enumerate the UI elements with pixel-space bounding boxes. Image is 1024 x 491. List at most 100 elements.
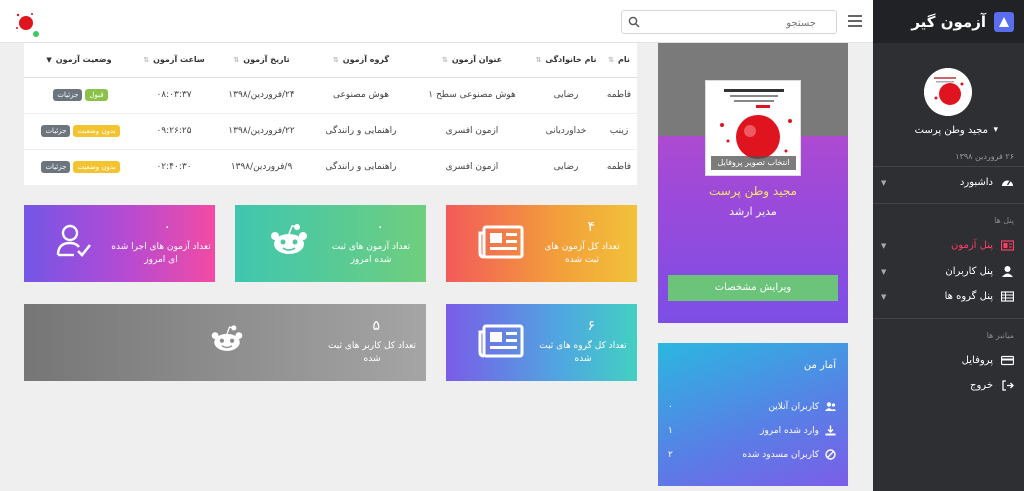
tile-total-exams[interactable]: ۴ تعداد کل آزمون های ثبت شده <box>446 205 637 282</box>
online-status-dot <box>33 31 39 37</box>
sidebar-item-label: پنل آزمون <box>950 240 993 251</box>
search-box[interactable] <box>621 10 837 35</box>
cell-exam-status: بدون وضعیتجزئیات <box>24 149 134 186</box>
sort-icon: ⇅ <box>441 56 448 65</box>
tile-label: تعداد آزمون های اجرا شده ای امروز <box>111 242 211 265</box>
table-row: زینب خداوردیانی ازمون افسری راهنمایی و ر… <box>24 113 637 150</box>
divider <box>873 166 1024 167</box>
divider <box>873 318 1024 319</box>
tile-value: ۴ <box>587 219 595 235</box>
caret-down-icon[interactable]: ▾ <box>993 125 998 135</box>
logout-icon <box>1001 379 1014 392</box>
caret-down-icon[interactable]: ▼ <box>881 268 886 276</box>
stat-row-logged-in-today: وارد شده امروز ۱ <box>668 425 836 436</box>
details-button[interactable]: جزئیات <box>41 161 71 173</box>
stat-label: کاربران مسدود شده <box>742 449 819 460</box>
column-header-exam-time[interactable]: ساعت آزمون⇅ <box>134 43 214 78</box>
sort-icon: ⇅ <box>233 56 240 65</box>
caret-down-icon[interactable]: ▼ <box>881 293 886 301</box>
sort-icon: ⇅ <box>332 56 339 65</box>
cell-last-name: رضایی <box>531 149 601 186</box>
sidebar-item-users-panel[interactable]: پنل کاربران ▼ <box>873 259 1024 284</box>
column-header-exam-title[interactable]: عنوان آزمون⇅ <box>413 43 531 78</box>
stats-card: آمار من کاربران آنلاین ۰ وارد شده امروز … <box>658 343 848 486</box>
reddit-icon <box>271 224 307 254</box>
profile-role: مدیر ارشد <box>729 205 777 218</box>
table-row: فاطمه رضایی ازمون افسری راهنمایی و رانند… <box>24 149 637 186</box>
download-icon <box>825 425 836 436</box>
stat-label: وارد شده امروز <box>760 425 819 436</box>
column-header-last-name[interactable]: نام خانوادگی⇅ <box>531 43 601 78</box>
profile-card: انتخاب تصویر پروفایل مجید وطن پرست مدیر … <box>658 43 848 323</box>
section-heading-shortcuts: میانبر ها <box>986 331 1014 340</box>
tile-executed-exams-today[interactable]: ۰ تعداد آزمون های اجرا شده ای امروز <box>24 205 215 282</box>
sidebar-item-dashboard[interactable]: داشبورد ▼ <box>873 170 1024 195</box>
column-header-exam-status[interactable]: وضعیت آزمون▼ <box>24 43 134 78</box>
sidebar-item-logout[interactable]: خروج <box>873 373 1024 398</box>
cell-last-name: خداوردیانی <box>531 113 601 150</box>
sidebar: آزمون گیر مجید وطن پرست ▾ ۲۶ فروردین ۱۳۹… <box>873 0 1024 491</box>
cell-exam-date: ۲۲/فروردین/۱۳۹۸ <box>214 113 309 150</box>
search-input[interactable] <box>644 12 824 35</box>
cell-exam-title: ازمون افسری <box>413 149 531 186</box>
top-bar <box>0 0 873 43</box>
section-heading-panels: پنل ها <box>994 216 1014 225</box>
column-header-exam-date[interactable]: تاریخ آزمون⇅ <box>214 43 309 78</box>
brand-logo-icon <box>994 11 1014 32</box>
exam-results-table-card: نام⇅ نام خانوادگی⇅ عنوان آزمون⇅ گروه آزم… <box>24 43 637 186</box>
sidebar-item-exam-panel[interactable]: پنل آزمون ▼ <box>873 233 1024 258</box>
stat-row-blocked-users: کاربران مسدود شده ۲ <box>668 449 836 460</box>
user-icon <box>1001 265 1014 278</box>
sidebar-item-groups-panel[interactable]: پنل گروه ها ▼ <box>873 284 1024 309</box>
sidebar-profile-avatar[interactable] <box>924 68 972 116</box>
brand[interactable]: آزمون گیر <box>873 0 1024 43</box>
tile-value: ۰ <box>163 219 171 235</box>
users-icon <box>825 401 836 412</box>
edit-profile-button[interactable]: ویرایش مشخصات <box>668 275 838 301</box>
menu-toggle-icon[interactable] <box>848 15 862 27</box>
exam-results-table: نام⇅ نام خانوادگی⇅ عنوان آزمون⇅ گروه آزم… <box>24 43 637 186</box>
newspaper-icon <box>478 225 524 259</box>
tile-total-users[interactable]: ۵ تعداد کل کاربر های ثبت شده <box>24 304 426 381</box>
cell-exam-group: راهنمایی و رانندگی <box>309 149 413 186</box>
status-badge: بدون وضعیت <box>73 161 120 173</box>
table-row: فاطمه رضایی هوش مصنوعی سطح ۱ هوش مصنوعی … <box>24 77 637 114</box>
details-button[interactable]: جزئیات <box>53 89 83 101</box>
divider <box>873 203 1024 204</box>
profile-name: مجید وطن پرست <box>708 184 797 198</box>
details-button[interactable]: جزئیات <box>41 125 71 137</box>
sort-icon: ⇅ <box>143 56 150 65</box>
cell-exam-status: قبولجزئیات <box>24 77 134 114</box>
sidebar-item-label: پروفایل <box>961 355 993 366</box>
stats-title: آمار من <box>803 360 836 371</box>
reddit-icon <box>211 325 243 351</box>
sidebar-profile-name[interactable]: مجید وطن پرست <box>915 125 988 136</box>
sidebar-item-profile[interactable]: پروفایل <box>873 348 1024 373</box>
caret-down-icon[interactable]: ▼ <box>881 179 886 187</box>
tile-value: ۶ <box>587 318 595 334</box>
tile-total-groups[interactable]: ۶ تعداد کل گروه های ثبت شده <box>446 304 637 381</box>
choose-profile-image-label[interactable]: انتخاب تصویر پروفایل <box>711 156 796 170</box>
cell-exam-group: راهنمایی و رانندگی <box>309 113 413 150</box>
exam-panel-icon <box>1001 239 1014 252</box>
cell-first-name: فاطمه <box>601 77 637 114</box>
cell-exam-time: ۰۲:۴۰:۳۰ <box>134 149 214 186</box>
column-header-first-name[interactable]: نام⇅ <box>601 43 637 78</box>
sidebar-item-label: داشبورد <box>959 177 993 188</box>
sort-icon: ⇅ <box>608 56 614 65</box>
table-icon <box>1001 290 1014 303</box>
caret-down-icon[interactable]: ▼ <box>881 242 886 250</box>
column-header-exam-group[interactable]: گروه آزمون⇅ <box>309 43 413 78</box>
search-icon[interactable] <box>628 16 640 28</box>
cell-first-name: زینب <box>601 113 637 150</box>
stat-label: کاربران آنلاین <box>768 401 819 412</box>
tile-exams-today[interactable]: ۰ تعداد آزمون های ثبت شده امروز <box>235 205 426 282</box>
sort-icon: ▼ <box>46 56 52 65</box>
sidebar-item-label: پنل گروه ها <box>944 291 993 302</box>
sort-icon: ⇅ <box>535 56 542 65</box>
status-badge: قبول <box>85 89 108 101</box>
tile-value: ۵ <box>372 318 380 334</box>
newspaper-icon <box>478 324 524 358</box>
stat-value: ۲ <box>668 449 673 460</box>
status-badge: بدون وضعیت <box>73 125 120 137</box>
